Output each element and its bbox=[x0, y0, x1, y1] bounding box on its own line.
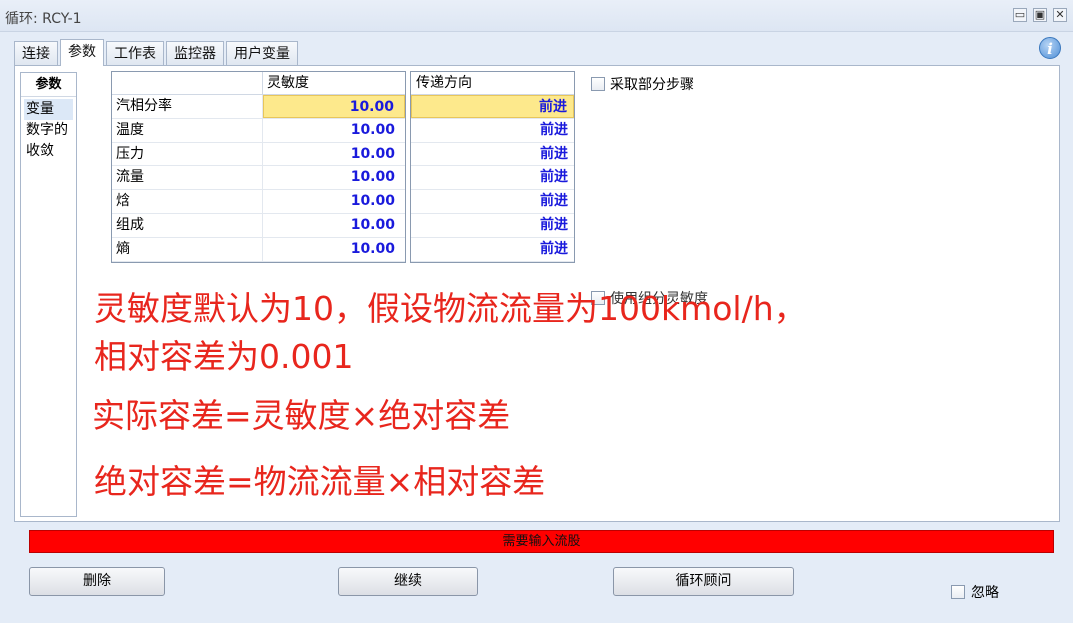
annotation-line-3: 实际容差=灵敏度×绝对容差 bbox=[92, 396, 511, 435]
tab-worksheet[interactable]: 工作表 bbox=[106, 41, 164, 66]
direction-cell[interactable]: 前进 bbox=[411, 166, 574, 189]
sensitivity-header-row: 灵敏度 bbox=[112, 72, 405, 95]
annotation-line-1: 灵敏度默认为10，假设物流流量为100kmol/h， bbox=[94, 289, 807, 328]
ignore-option[interactable]: 忽略 bbox=[951, 582, 999, 602]
minimize-icon[interactable]: ▭ bbox=[1013, 8, 1027, 22]
sensitivity-cell[interactable]: 10.00 bbox=[263, 190, 405, 213]
sensitivity-cell[interactable]: 10.00 bbox=[263, 214, 405, 237]
tab-strip: 连接 参数 工作表 监控器 用户变量 bbox=[14, 39, 300, 66]
table-row: 前进 bbox=[411, 214, 574, 238]
table-row: 前进 bbox=[411, 119, 574, 143]
variable-label: 流量 bbox=[112, 166, 263, 190]
direction-header: 传递方向 bbox=[416, 75, 472, 91]
variable-label: 温度 bbox=[112, 118, 263, 142]
direction-grid: 传递方向 前进 前进 前进 前进 前进 前进 前进 bbox=[410, 71, 575, 263]
nav-header: 参数 bbox=[21, 73, 76, 97]
table-row: 前进 bbox=[411, 166, 574, 191]
sensitivity-cell[interactable]: 10.00 bbox=[263, 119, 405, 142]
tab-user-variables[interactable]: 用户变量 bbox=[226, 41, 298, 66]
status-bar: 需要输入流股 bbox=[29, 530, 1054, 553]
table-row: 焓 10.00 bbox=[112, 190, 405, 214]
variable-label: 压力 bbox=[112, 142, 263, 166]
partial-steps-label: 采取部分步骤 bbox=[610, 77, 694, 93]
nav-item-numerical[interactable]: 数字的 bbox=[21, 120, 76, 141]
ignore-checkbox[interactable] bbox=[951, 585, 965, 599]
sensitivity-cell[interactable]: 10.00 bbox=[263, 143, 405, 166]
close-icon[interactable]: ✕ bbox=[1053, 8, 1067, 22]
sensitivity-cell[interactable]: 10.00 bbox=[263, 95, 405, 118]
table-row: 汽相分率 10.00 bbox=[112, 95, 405, 119]
table-row: 压力 10.00 bbox=[112, 142, 405, 167]
table-row: 前进 bbox=[411, 95, 574, 119]
direction-cell[interactable]: 前进 bbox=[411, 214, 574, 237]
nav-item-variables[interactable]: 变量 bbox=[24, 99, 73, 120]
table-row: 前进 bbox=[411, 190, 574, 214]
nav-item-convergence[interactable]: 收敛 bbox=[21, 141, 76, 162]
delete-button[interactable]: 删除 bbox=[29, 567, 165, 596]
direction-cell[interactable]: 前进 bbox=[411, 238, 574, 261]
direction-cell[interactable]: 前进 bbox=[411, 143, 574, 166]
variable-label: 汽相分率 bbox=[112, 95, 263, 118]
recycle-advisor-button[interactable]: 循环顾问 bbox=[613, 567, 794, 596]
window-title: 循环: RCY-1 bbox=[5, 11, 82, 27]
tab-monitor[interactable]: 监控器 bbox=[166, 41, 224, 66]
title-bar: 循环: RCY-1 ▭ ▣ ✕ bbox=[0, 0, 1073, 32]
variable-label: 熵 bbox=[112, 237, 263, 261]
direction-cell[interactable]: 前进 bbox=[411, 95, 574, 118]
table-row: 前进 bbox=[411, 143, 574, 167]
sensitivity-cell[interactable]: 10.00 bbox=[263, 238, 405, 261]
annotation-line-4: 绝对容差=物流流量×相对容差 bbox=[94, 462, 546, 501]
sensitivity-header: 灵敏度 bbox=[267, 75, 309, 91]
table-row: 前进 bbox=[411, 238, 574, 262]
table-row: 组成 10.00 bbox=[112, 213, 405, 238]
window-controls: ▭ ▣ ✕ bbox=[1013, 8, 1067, 22]
variable-header bbox=[112, 72, 263, 94]
table-row: 流量 10.00 bbox=[112, 166, 405, 191]
direction-header-row: 传递方向 bbox=[411, 72, 574, 95]
direction-cell[interactable]: 前进 bbox=[411, 190, 574, 213]
partial-steps-option[interactable]: 采取部分步骤 bbox=[591, 74, 694, 94]
annotation-line-2: 相对容差为0.001 bbox=[94, 337, 354, 376]
tab-parameters[interactable]: 参数 bbox=[60, 39, 104, 66]
ignore-label: 忽略 bbox=[971, 585, 999, 601]
direction-cell[interactable]: 前进 bbox=[411, 119, 574, 142]
parameters-nav: 参数 变量 数字的 收敛 bbox=[20, 72, 77, 517]
partial-steps-checkbox[interactable] bbox=[591, 77, 605, 91]
variable-label: 焓 bbox=[112, 190, 263, 213]
sensitivity-grid: 灵敏度 汽相分率 10.00 温度 10.00 压力 10.00 流量 10.0… bbox=[111, 71, 406, 263]
restore-icon[interactable]: ▣ bbox=[1033, 8, 1047, 22]
continue-button[interactable]: 继续 bbox=[338, 567, 478, 596]
variable-label: 组成 bbox=[112, 213, 263, 237]
table-row: 熵 10.00 bbox=[112, 237, 405, 262]
info-icon[interactable]: i bbox=[1039, 37, 1061, 59]
table-row: 温度 10.00 bbox=[112, 118, 405, 143]
tab-connections[interactable]: 连接 bbox=[14, 41, 58, 66]
sensitivity-cell[interactable]: 10.00 bbox=[263, 166, 405, 189]
